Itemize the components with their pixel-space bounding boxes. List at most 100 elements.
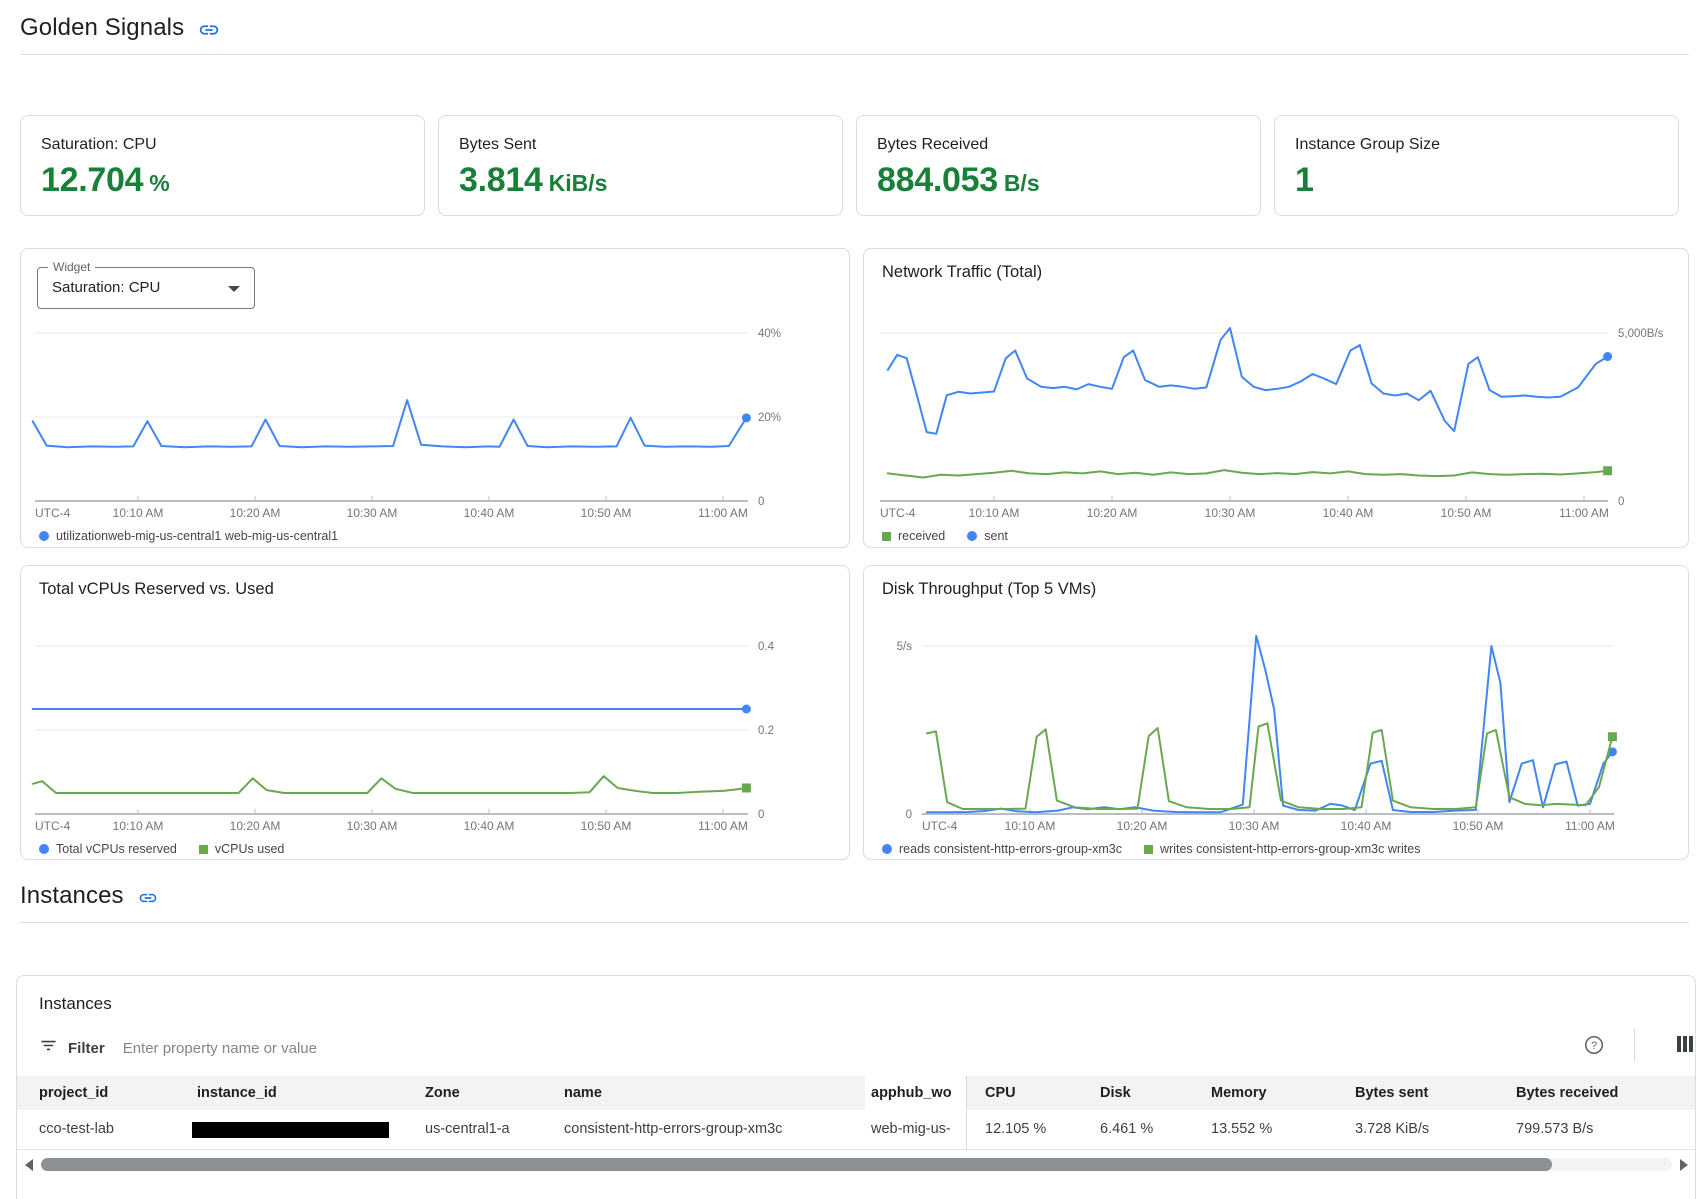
table-cell: 13.552 % — [1211, 1110, 1272, 1149]
svg-text:10:10 AM: 10:10 AM — [1005, 819, 1056, 833]
svg-text:10:10 AM: 10:10 AM — [969, 506, 1020, 520]
svg-text:20%: 20% — [758, 412, 781, 424]
legend-entry[interactable]: sent — [967, 529, 1008, 543]
table-row[interactable]: cco-test-lab us-central1-a consistent-http… — [17, 1110, 1695, 1150]
legend-entry[interactable]: vCPUs used — [199, 842, 284, 856]
scorecard-unit: B/s — [1004, 170, 1040, 196]
network-traffic-chart[interactable]: 5,000B/s010:10 AM10:20 AM10:30 AM10:40 A… — [864, 249, 1688, 547]
svg-text:10:40 AM: 10:40 AM — [464, 506, 515, 520]
svg-text:10:10 AM: 10:10 AM — [113, 819, 164, 833]
legend-label: reads consistent-http-errors-group-xm3c — [899, 842, 1122, 856]
svg-text:10:20 AM: 10:20 AM — [230, 506, 281, 520]
filter-bar[interactable]: Filter — [39, 1030, 1495, 1066]
legend-label: sent — [984, 529, 1008, 543]
scorecard-value: 1 — [1295, 161, 1314, 199]
svg-text:?: ? — [1591, 1040, 1597, 1052]
scorecard-value: 3.814 — [459, 161, 543, 199]
svg-text:10:50 AM: 10:50 AM — [581, 506, 632, 520]
svg-text:10:30 AM: 10:30 AM — [347, 819, 398, 833]
svg-text:UTC-4: UTC-4 — [35, 506, 71, 520]
table-header-cell: project_id — [39, 1076, 108, 1110]
scorecard-label: Instance Group Size — [1295, 136, 1658, 154]
table-cell: cco-test-lab — [39, 1110, 114, 1149]
svg-text:0: 0 — [758, 496, 764, 508]
svg-text:10:10 AM: 10:10 AM — [113, 506, 164, 520]
svg-text:10:40 AM: 10:40 AM — [1323, 506, 1374, 520]
legend-entry[interactable]: Total vCPUs reserved — [39, 842, 177, 856]
chart-card-network-traffic: Network Traffic (Total) 5,000B/s010:10 A… — [863, 248, 1689, 548]
disk-throughput-chart[interactable]: 5/s010:10 AM10:20 AM10:30 AM10:40 AM10:5… — [864, 566, 1688, 859]
svg-text:0: 0 — [906, 809, 912, 821]
svg-text:0.4: 0.4 — [758, 641, 775, 653]
legend-square-icon — [1144, 845, 1153, 854]
svg-text:10:20 AM: 10:20 AM — [1087, 506, 1138, 520]
scorecard-value: 884.053 — [877, 161, 998, 199]
svg-text:10:50 AM: 10:50 AM — [581, 819, 632, 833]
link-icon[interactable] — [138, 888, 158, 908]
table-header-row: project_idinstance_idZonenameapphub_woCP… — [17, 1076, 1695, 1110]
table-header-cell: Memory — [1211, 1076, 1267, 1110]
legend-dot-icon — [39, 531, 49, 541]
table-header-cell: CPU — [985, 1076, 1016, 1110]
table-cell: 12.105 % — [985, 1110, 1046, 1149]
svg-text:11:00 AM: 11:00 AM — [698, 819, 748, 833]
legend-square-icon — [199, 845, 208, 854]
chart-card-vcpus: Total vCPUs Reserved vs. Used 0.40.2010:… — [20, 565, 850, 860]
help-icon[interactable]: ? — [1583, 1034, 1605, 1061]
legend-entry[interactable]: utilizationweb-mig-us-central1 web-mig-u… — [39, 529, 338, 543]
svg-text:10:50 AM: 10:50 AM — [1441, 506, 1492, 520]
page-title: Golden Signals — [20, 14, 184, 42]
scorecard: Instance Group Size 1 — [1274, 115, 1679, 216]
legend-dot-icon — [967, 531, 977, 541]
svg-text:0: 0 — [758, 809, 764, 821]
scrollbar-track[interactable] — [41, 1158, 1672, 1171]
legend-label: vCPUs used — [215, 842, 284, 856]
legend-entry[interactable]: reads consistent-http-errors-group-xm3c — [882, 842, 1122, 856]
horizontal-scrollbar[interactable] — [17, 1157, 1695, 1172]
chart-legend: Total vCPUs reserved vCPUs used — [39, 842, 284, 856]
table-cell: web-mig-us- — [871, 1110, 965, 1149]
legend-label: utilizationweb-mig-us-central1 web-mig-u… — [56, 529, 338, 543]
table-header-cell: Bytes received — [1516, 1076, 1618, 1110]
chart-card-saturation-cpu: Widget Saturation: CPU 40%20%010:10 AM10… — [20, 248, 850, 548]
svg-text:5/s: 5/s — [897, 641, 913, 653]
legend-square-icon — [882, 532, 891, 541]
chart-card-disk-throughput: Disk Throughput (Top 5 VMs) 5/s010:10 AM… — [863, 565, 1689, 860]
svg-text:10:30 AM: 10:30 AM — [1229, 819, 1280, 833]
filter-label: Filter — [68, 1040, 105, 1057]
scorecard-label: Bytes Received — [877, 136, 1240, 154]
svg-text:10:40 AM: 10:40 AM — [1341, 819, 1392, 833]
svg-text:40%: 40% — [758, 328, 781, 340]
svg-text:10:30 AM: 10:30 AM — [347, 506, 398, 520]
scorecard-unit: % — [149, 170, 169, 196]
legend-label: writes consistent-http-errors-group-xm3c… — [1160, 842, 1421, 856]
legend-dot-icon — [882, 844, 892, 854]
table-cell: consistent-http-errors-group-xm3c — [564, 1110, 782, 1149]
column-display-icon[interactable] — [1675, 1034, 1695, 1059]
filter-input[interactable] — [123, 1040, 1495, 1057]
saturation-cpu-chart[interactable]: 40% 20% 0 10:10 AM 10:20 AM 10:30 AM 10:40 AM 1… — [21, 249, 849, 547]
svg-text:11:00 AM: 11:00 AM — [1565, 819, 1615, 833]
svg-text:11:00 AM: 11:00 AM — [698, 506, 748, 520]
chart-legend: reads consistent-http-errors-group-xm3c w… — [882, 842, 1421, 856]
scorecard-value: 12.704 — [41, 161, 143, 199]
scroll-left-button[interactable] — [25, 1159, 33, 1171]
scrollbar-thumb[interactable] — [41, 1158, 1552, 1171]
column-separator — [966, 1076, 967, 1151]
scroll-right-button[interactable] — [1680, 1159, 1688, 1171]
scorecard: Bytes Received 884.053B/s — [856, 115, 1261, 216]
link-icon[interactable] — [198, 19, 220, 41]
section-title: Instances — [20, 882, 124, 910]
legend-entry[interactable]: received — [882, 529, 945, 543]
svg-text:10:40 AM: 10:40 AM — [464, 819, 515, 833]
section-header-instances: Instances — [20, 882, 158, 910]
vcpus-chart[interactable]: 0.40.2010:10 AM10:20 AM10:30 AM10:40 AM1… — [21, 566, 849, 859]
legend-entry[interactable]: writes consistent-http-errors-group-xm3c… — [1144, 842, 1421, 856]
redacted-instance-id — [192, 1122, 389, 1138]
svg-text:11:00 AM: 11:00 AM — [1559, 506, 1609, 520]
legend-label: received — [898, 529, 945, 543]
table-cell: us-central1-a — [425, 1110, 510, 1149]
table-header-cell: Bytes sent — [1355, 1076, 1428, 1110]
svg-text:UTC-4: UTC-4 — [35, 819, 71, 833]
section-divider — [20, 54, 1689, 55]
